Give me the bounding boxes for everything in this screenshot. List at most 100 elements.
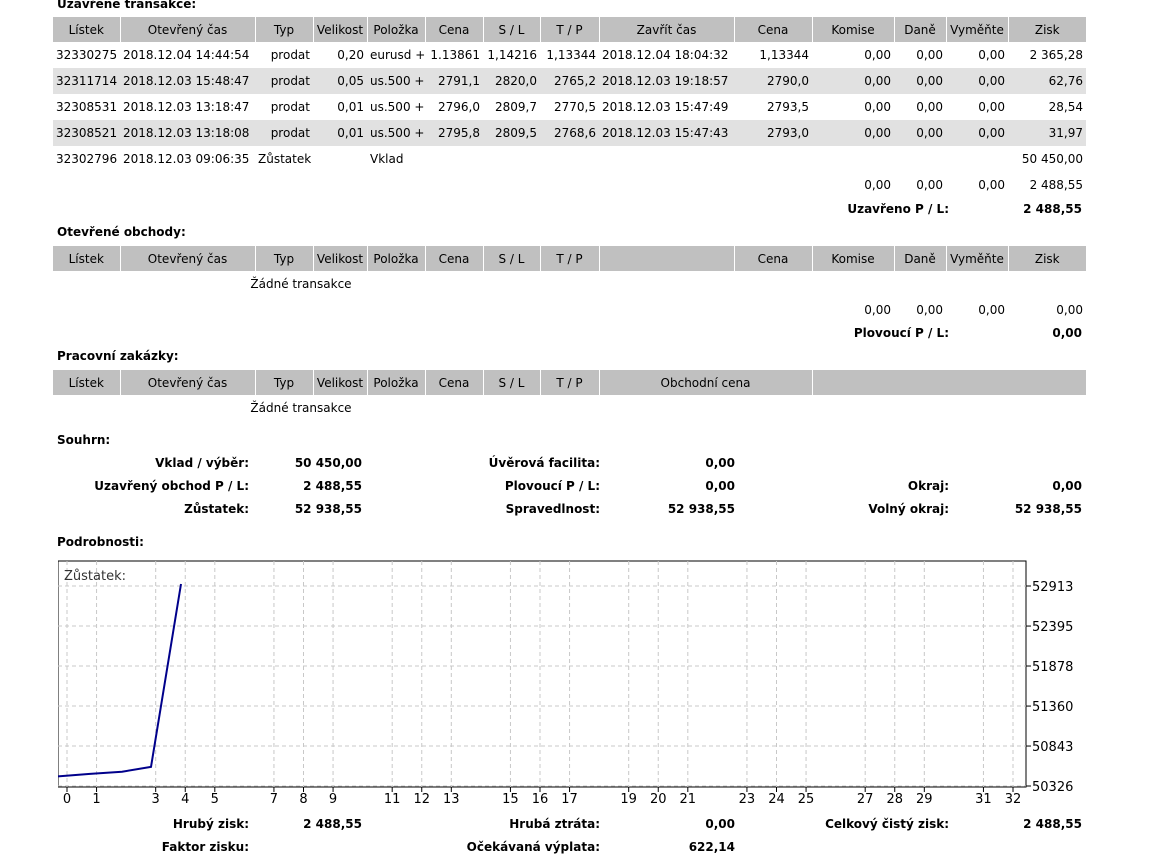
chart-title: Zůstatek: <box>64 569 126 584</box>
x-tick-label: 13 <box>443 792 460 807</box>
table-cell <box>894 146 946 172</box>
open-trades-title: Otevřené obchody: <box>57 225 186 239</box>
table-cell: 50 450,00 <box>1021 152 1083 166</box>
empty-row: Žádné transakce <box>53 271 1086 297</box>
x-tick-label: 0 <box>63 792 71 807</box>
totals-row: 0,00 0,00 0,00 2 488,55 <box>53 172 1086 198</box>
plot-area <box>58 560 1027 788</box>
column-header: Cena <box>424 17 483 42</box>
table-cell: prodat <box>255 120 313 146</box>
expected-payoff-label: Očekávaná výplata: <box>466 840 600 854</box>
table-cell: 2809,7 <box>495 100 537 114</box>
column-header: Typ <box>254 370 313 395</box>
column-header: S / L <box>482 17 540 42</box>
x-tick-label: 20 <box>650 792 667 807</box>
table-cell: us.500 + <box>367 120 425 146</box>
closed-pl-label: Uzavřeno P / L: <box>847 202 949 216</box>
table-cell: 2018.12.03 15:48:47 <box>120 68 255 94</box>
empty-cell <box>53 172 812 198</box>
table-cell <box>425 146 483 172</box>
table-cell <box>812 146 894 172</box>
table-cell: 0,00 <box>916 48 943 62</box>
table-cell: 2793,5 <box>767 100 809 114</box>
x-tick-label: 17 <box>561 792 578 807</box>
table-cell: prodat <box>270 100 310 114</box>
y-tick-label: 52913 <box>1032 580 1073 595</box>
deposit-value: 50 450,00 <box>294 456 362 470</box>
table-cell: 0,05 <box>313 68 367 94</box>
x-tick-label: 15 <box>502 792 519 807</box>
table-cell: 0,00 <box>978 48 1005 62</box>
column-header: Komise <box>811 246 894 271</box>
table-cell: 1,13344 <box>759 48 809 62</box>
column-header <box>598 246 734 271</box>
column-header: T / P <box>539 17 599 42</box>
table-cell: 2795,8 <box>425 120 483 146</box>
table-cell <box>483 146 540 172</box>
floating-value: 0,00 <box>705 479 735 493</box>
y-tick-label: 51878 <box>1032 660 1073 675</box>
table-cell: 32308531 <box>56 100 118 114</box>
table-cell: 0,00 <box>894 120 946 146</box>
table-cell: 2768,6 <box>540 120 599 146</box>
x-tick-label: 11 <box>384 792 401 807</box>
total-vymente: 0,00 <box>978 303 1005 317</box>
y-tick-label: 52395 <box>1032 620 1073 635</box>
table-cell: 32308521 <box>53 120 120 146</box>
equity-label: Spravedlnost: <box>505 502 600 516</box>
table-cell: 0,00 <box>812 68 894 94</box>
no-transactions-text: Žádné transakce <box>250 401 352 415</box>
header-row: Lístek Otevřený čas Typ Velikost Položka Cena… <box>53 370 1086 395</box>
header-row: Lístek Otevřený čas Typ Velikost Položka Cena… <box>53 246 1086 271</box>
credit-label: Úvěrová facilita: <box>488 456 600 470</box>
table-cell: 32330275 <box>56 48 118 62</box>
closed-transactions-table: Lístek Otevřený čas Typ Velikost Položka Cena… <box>53 17 1086 198</box>
x-tick-label: 12 <box>413 792 430 807</box>
closed-pl-value: 2 488,55 <box>1023 202 1082 216</box>
table-cell <box>734 146 812 172</box>
table-cell: 0,00 <box>946 68 1008 94</box>
column-header: Otevřený čas <box>119 370 255 395</box>
column-header: Daně <box>893 246 946 271</box>
margin-value: 0,00 <box>1052 479 1082 493</box>
table-cell: 2018.12.04 14:44:54 <box>123 48 250 62</box>
x-tick-label: 29 <box>916 792 933 807</box>
table-cell: 2796,0 <box>438 100 480 114</box>
column-header: Zavřít čas <box>598 17 734 42</box>
free-margin-label: Volný okraj: <box>868 502 949 516</box>
column-header: Velikost <box>312 370 367 395</box>
column-header: Velikost <box>312 246 367 271</box>
table-cell: prodat <box>255 68 313 94</box>
column-header: Vyměňte <box>945 246 1008 271</box>
column-header: T / P <box>539 246 599 271</box>
column-header: Typ <box>254 246 313 271</box>
x-tick-label: 9 <box>329 792 337 807</box>
column-header: S / L <box>482 370 540 395</box>
table-row: 32330275 2018.12.04 14:44:54 prodat 0,20 eur… <box>53 42 1086 68</box>
table-cell: 32302796 <box>56 152 118 166</box>
y-tick-label: 50326 <box>1032 780 1073 795</box>
x-tick-label: 7 <box>270 792 278 807</box>
open-trades-table: Lístek Otevřený čas Typ Velikost Položka Cena… <box>53 246 1086 323</box>
working-orders-title: Pracovní zakázky: <box>57 349 179 363</box>
table-row: 32311714 2018.12.03 15:48:47 prodat 0,05 us.… <box>53 68 1086 94</box>
x-tick-label: 16 <box>532 792 549 807</box>
table-cell: 2809,5 <box>483 120 540 146</box>
expected-payoff-value: 622,14 <box>688 840 735 854</box>
column-header: Typ <box>254 17 313 42</box>
table-cell: 0,00 <box>894 68 946 94</box>
x-tick-label: 31 <box>975 792 992 807</box>
floating-pl-label: Plovoucí P / L: <box>853 326 949 340</box>
table-cell: 1.13861 <box>430 48 480 62</box>
floating-label: Plovoucí P / L: <box>504 479 600 493</box>
header-row: Lístek Otevřený čas Typ Velikost Položka Cena… <box>53 17 1086 42</box>
column-header: Obchodní cena <box>598 370 812 395</box>
x-tick-label: 5 <box>211 792 219 807</box>
column-header: Cena <box>733 17 812 42</box>
column-header: Položka <box>366 17 425 42</box>
table-cell: 2018.12.03 15:47:49 <box>602 100 729 114</box>
column-header: Položka <box>366 370 425 395</box>
column-header <box>811 370 1086 395</box>
table-cell: 28,54 <box>1048 100 1083 114</box>
table-row: 32308531 2018.12.03 13:18:47 prodat 0,01 us.… <box>53 94 1086 120</box>
